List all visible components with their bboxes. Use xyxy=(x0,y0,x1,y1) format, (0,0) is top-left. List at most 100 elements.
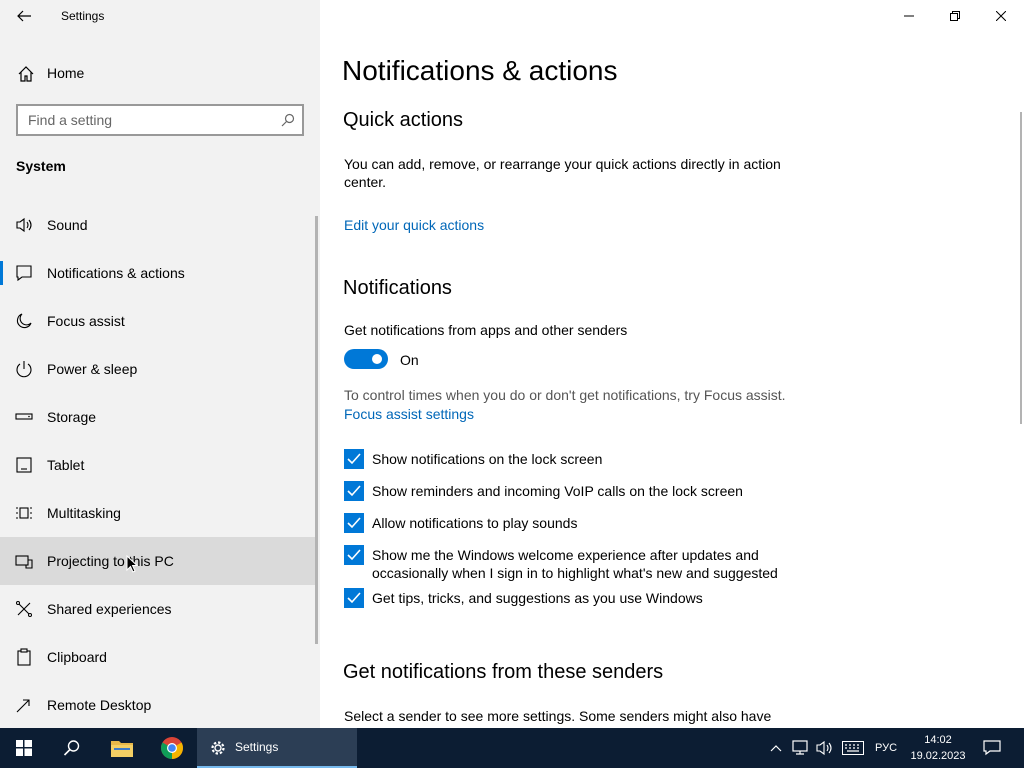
notification-icon xyxy=(16,265,32,282)
sidebar-item-multitasking[interactable]: Multitasking xyxy=(0,489,316,537)
checkmark-icon xyxy=(347,517,361,529)
sidebar-item-label: Power & sleep xyxy=(47,361,138,377)
checkbox-label: Show me the Windows welcome experience a… xyxy=(372,547,778,581)
taskbar: Settings РУС 14:02 19.02.2023 xyxy=(0,728,1024,768)
checkbox-label: Show reminders and incoming VoIP calls o… xyxy=(372,483,743,499)
clock[interactable]: 14:02 19.02.2023 xyxy=(900,732,976,764)
sidebar-scrollbar[interactable] xyxy=(315,216,318,644)
checkbox-label: Get tips, tricks, and suggestions as you… xyxy=(372,590,703,606)
remote-desktop-icon xyxy=(16,699,30,713)
action-center-button[interactable] xyxy=(980,728,1004,768)
toggle-state-label: On xyxy=(400,352,419,368)
section-label-system: System xyxy=(16,158,66,174)
notifications-toggle[interactable] xyxy=(344,349,388,369)
window-title: Settings xyxy=(61,9,105,23)
keyboard-icon xyxy=(842,741,864,755)
minimize-icon xyxy=(904,15,914,17)
clipboard-icon xyxy=(17,648,31,666)
sidebar-item-label: Shared experiences xyxy=(47,601,172,617)
senders-heading: Get notifications from these senders xyxy=(343,661,664,683)
chrome-button[interactable] xyxy=(148,728,196,768)
checkbox-label: Allow notifications to play sounds xyxy=(372,515,578,531)
quick-actions-description: You can add, remove, or rearrange your q… xyxy=(344,156,781,190)
sidebar-item-notifications[interactable]: Notifications & actions xyxy=(0,249,316,297)
back-arrow-icon xyxy=(17,10,31,22)
sidebar: Settings Home Find a setting System Soun… xyxy=(0,0,320,728)
edit-quick-actions-link[interactable]: Edit your quick actions xyxy=(344,217,484,233)
taskbar-settings-label: Settings xyxy=(235,740,279,754)
checkbox[interactable] xyxy=(344,588,364,608)
sidebar-item-label: Focus assist xyxy=(47,313,125,329)
network-button[interactable] xyxy=(790,728,812,768)
active-indicator xyxy=(0,261,3,285)
notification-icon xyxy=(983,740,1001,756)
sidebar-item-label: Remote Desktop xyxy=(47,697,152,713)
main-content: Notifications & actions Quick actions Yo… xyxy=(320,0,1024,728)
show-hidden-icons-button[interactable] xyxy=(766,728,786,768)
quick-actions-heading: Quick actions xyxy=(343,109,464,131)
taskbar-settings-button[interactable]: Settings xyxy=(197,728,357,768)
start-button[interactable] xyxy=(0,728,48,768)
taskbar-search-button[interactable] xyxy=(48,728,96,768)
checkbox[interactable] xyxy=(344,481,364,501)
chrome-icon xyxy=(161,737,183,759)
moon-icon xyxy=(16,313,32,329)
restore-icon xyxy=(950,11,960,21)
gear-icon xyxy=(211,741,225,755)
multitasking-icon xyxy=(16,507,32,519)
sidebar-item-label: Sound xyxy=(47,217,88,233)
language-indicator[interactable]: РУС xyxy=(875,742,897,754)
sidebar-item-sound[interactable]: Sound xyxy=(0,201,316,249)
checkbox[interactable] xyxy=(344,545,364,565)
sidebar-item-label: Notifications & actions xyxy=(47,265,185,281)
projecting-icon xyxy=(15,555,33,569)
speaker-icon xyxy=(16,217,32,233)
sidebar-item-label: Projecting to this PC xyxy=(47,553,174,569)
search-input[interactable]: Find a setting xyxy=(16,104,304,136)
checkbox[interactable] xyxy=(344,449,364,469)
main-scrollbar[interactable] xyxy=(1020,112,1022,424)
windows-logo-icon xyxy=(16,740,32,756)
tablet-icon xyxy=(16,457,32,473)
focus-assist-settings-link[interactable]: Focus assist settings xyxy=(344,406,474,422)
file-explorer-button[interactable] xyxy=(98,728,146,768)
sidebar-item-storage[interactable]: Storage xyxy=(0,393,316,441)
chevron-up-icon xyxy=(770,745,782,752)
storage-icon xyxy=(15,413,33,420)
minimize-button[interactable] xyxy=(886,0,932,32)
focus-assist-hint: To control times when you do or don't ge… xyxy=(344,387,786,403)
volume-button[interactable] xyxy=(814,728,836,768)
notifications-heading: Notifications xyxy=(343,277,452,299)
back-button[interactable] xyxy=(12,4,36,28)
checkmark-icon xyxy=(347,453,361,465)
sidebar-item-clipboard[interactable]: Clipboard xyxy=(0,633,316,681)
sidebar-home[interactable]: Home xyxy=(0,58,320,88)
network-icon xyxy=(792,740,808,755)
sidebar-item-focus-assist[interactable]: Focus assist xyxy=(0,297,316,345)
search-icon xyxy=(63,740,80,756)
search-icon[interactable] xyxy=(281,113,295,127)
close-button[interactable] xyxy=(978,0,1024,32)
touch-keyboard-button[interactable] xyxy=(840,728,866,768)
senders-description: Select a sender to see more settings. So… xyxy=(344,708,772,724)
clock-date: 19.02.2023 xyxy=(910,750,966,762)
sidebar-item-projecting[interactable]: Projecting to this PC xyxy=(0,537,316,585)
checkbox[interactable] xyxy=(344,513,364,533)
checkmark-icon xyxy=(347,549,361,561)
sidebar-item-power-sleep[interactable]: Power & sleep xyxy=(0,345,316,393)
sidebar-item-label: Clipboard xyxy=(47,649,107,665)
power-icon xyxy=(16,361,32,378)
sidebar-item-tablet[interactable]: Tablet xyxy=(0,441,316,489)
restore-button[interactable] xyxy=(932,0,978,32)
toggle-knob xyxy=(372,354,382,364)
sidebar-item-label: Storage xyxy=(47,409,97,425)
sidebar-item-shared-experiences[interactable]: Shared experiences xyxy=(0,585,316,633)
sidebar-home-label: Home xyxy=(47,65,85,81)
clock-time: 14:02 xyxy=(924,734,952,746)
checkmark-icon xyxy=(347,485,361,497)
sidebar-item-remote-desktop[interactable]: Remote Desktop xyxy=(0,681,316,729)
close-icon xyxy=(996,11,1006,21)
volume-icon xyxy=(816,740,832,756)
home-icon xyxy=(18,66,34,82)
page-title: Notifications & actions xyxy=(342,55,618,86)
